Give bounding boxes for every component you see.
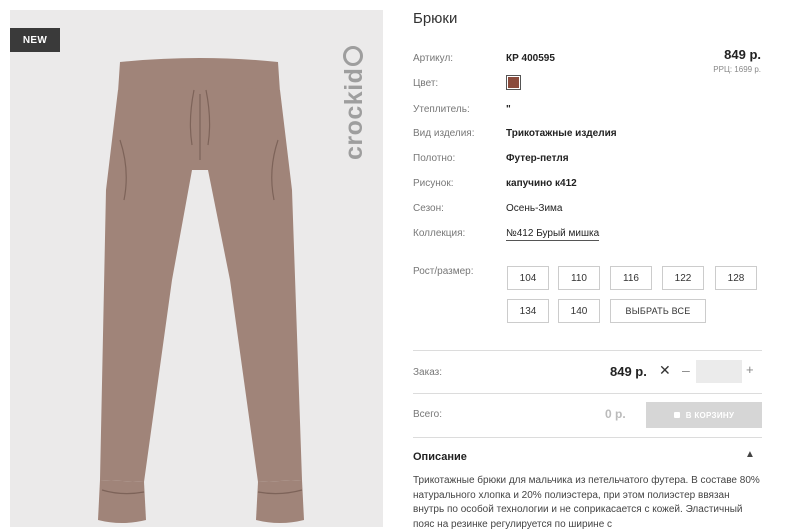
attr-label: Вид изделия: — [413, 128, 475, 139]
pants-illustration — [98, 58, 304, 523]
add-to-cart-button[interactable]: В КОРЗИНУ — [646, 402, 762, 428]
order-price: 849 р. — [610, 364, 647, 379]
size-option[interactable]: 128 — [715, 266, 757, 290]
attr-label: Артикул: — [413, 53, 454, 64]
sizes-label: Рост/размер: — [413, 266, 474, 277]
product-title: Брюки — [413, 10, 458, 27]
description-heading[interactable]: Описание — [413, 451, 467, 463]
size-option[interactable]: 110 — [558, 266, 600, 290]
attr-label: Сезон: — [413, 203, 444, 214]
attr-value: Футер-петля — [506, 153, 569, 164]
order-label: Заказ: — [413, 367, 443, 378]
attr-label: Полотно: — [413, 153, 456, 164]
color-swatch-fill — [508, 77, 519, 88]
brand-logo: crockid — [340, 45, 369, 160]
select-all-sizes-button[interactable]: ВЫБРАТЬ ВСЕ — [610, 299, 706, 323]
pants-body — [100, 87, 302, 482]
attr-label: Цвет: — [413, 78, 439, 89]
brand-mark-icon — [343, 45, 364, 66]
recommended-retail-price: РРЦ: 1699 р. — [713, 65, 761, 74]
size-option[interactable]: 122 — [662, 266, 704, 290]
product-image[interactable]: NEW crockid — [10, 10, 383, 527]
cart-icon — [673, 412, 680, 418]
collection-link[interactable]: №412 Бурый мишка — [506, 228, 600, 241]
attr-value: Трикотажные изделия — [506, 128, 617, 139]
attr-label: Коллекция: — [413, 228, 466, 239]
pants-waistband — [118, 58, 280, 92]
attr-value: КР 400595 — [506, 53, 555, 64]
divider — [413, 350, 762, 351]
attr-value: " — [506, 104, 511, 115]
color-swatch[interactable] — [506, 75, 521, 90]
total-value: 0 р. — [605, 407, 626, 421]
size-option[interactable]: 116 — [610, 266, 652, 290]
pants-cuff-right — [256, 480, 304, 523]
brand-logo-text: crockid — [340, 67, 368, 160]
attr-label: Утеплитель: — [413, 104, 470, 115]
chevron-up-icon[interactable]: ▲ — [745, 449, 755, 460]
attr-value: Осень-Зима — [506, 203, 563, 214]
divider — [413, 437, 762, 438]
decrement-button[interactable]: – — [682, 362, 690, 378]
quantity-input[interactable] — [696, 360, 742, 383]
add-to-cart-label: В КОРЗИНУ — [685, 410, 735, 420]
product-price: 849 р. — [724, 47, 761, 62]
divider — [413, 393, 762, 394]
times-icon: ✕ — [659, 362, 671, 378]
size-option[interactable]: 134 — [507, 299, 549, 323]
description-text: Трикотажные брюки для мальчика из петель… — [413, 475, 760, 530]
size-option[interactable]: 104 — [507, 266, 549, 290]
pants-cuff-left — [98, 480, 146, 523]
size-option[interactable]: 140 — [558, 299, 600, 323]
increment-button[interactable]: + — [746, 362, 754, 377]
attr-value: капучино к412 — [506, 178, 577, 189]
attr-label: Рисунок: — [413, 178, 454, 189]
new-badge: NEW — [10, 28, 60, 52]
total-label: Всего: — [413, 409, 442, 420]
